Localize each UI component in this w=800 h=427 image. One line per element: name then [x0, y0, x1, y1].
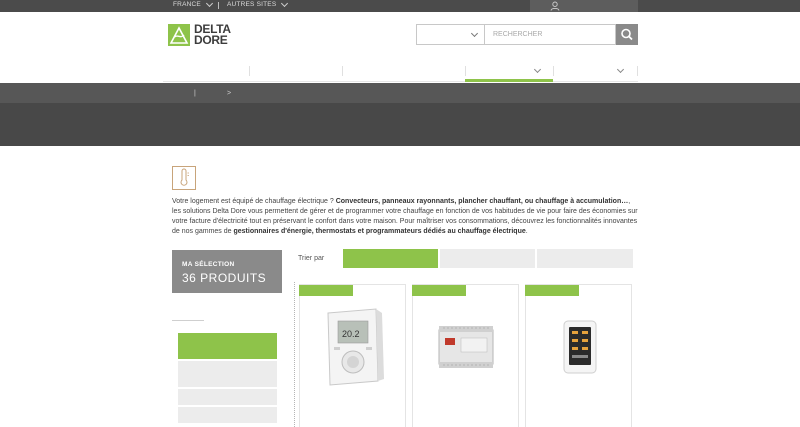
product-badge — [299, 285, 353, 296]
intro-text: Votre logement est équipé de chauffage é… — [172, 197, 638, 237]
results-divider — [294, 282, 295, 427]
country-label: FRANCE — [173, 1, 201, 8]
programmable-thermostat-icon: 20.2 — [326, 308, 384, 386]
intro-part-1: Votre logement est équipé de chauffage é… — [172, 198, 336, 205]
product-card[interactable] — [525, 284, 632, 427]
nav-divider — [637, 66, 638, 76]
search-input[interactable] — [484, 24, 616, 45]
selection-box: MA SÉLECTION 36 PRODUITS — [172, 250, 282, 293]
chevron-down-icon — [470, 29, 479, 38]
din-rail-module-icon — [438, 326, 493, 368]
nav-item-3[interactable] — [343, 62, 465, 82]
other-sites-selector[interactable]: AUTRES SITES — [227, 0, 289, 8]
product-image — [526, 307, 631, 387]
nav-item-2[interactable] — [250, 62, 342, 82]
search-bar — [416, 24, 638, 45]
sort-option[interactable] — [440, 249, 535, 268]
page-banner: | > — [0, 83, 800, 146]
product-image — [413, 307, 518, 387]
product-badge — [525, 285, 579, 296]
product-count: 36 PRODUITS — [182, 271, 267, 285]
sort-option[interactable] — [537, 249, 633, 268]
chevron-down-icon — [281, 0, 289, 7]
logo-text: DELTA DORE — [194, 23, 231, 47]
product-card[interactable]: 20.2 — [299, 284, 406, 427]
delta-dore-logo[interactable]: DELTA DORE — [168, 23, 231, 47]
filter-item[interactable] — [178, 407, 277, 423]
user-icon[interactable] — [550, 1, 560, 11]
filter-item-active[interactable] — [178, 333, 277, 359]
sort-label: Trier par — [298, 255, 325, 262]
product-badge — [412, 285, 466, 296]
filter-item[interactable] — [178, 389, 277, 405]
nav-item-5[interactable] — [554, 62, 638, 82]
wall-controller-icon — [563, 320, 596, 374]
chevron-down-icon — [533, 65, 542, 74]
main-nav — [163, 62, 638, 82]
breadcrumb-strip: | > — [0, 83, 800, 103]
intro-part-3: . — [525, 228, 528, 235]
search-button[interactable] — [616, 24, 638, 45]
nav-active-indicator — [465, 79, 553, 82]
selection-label: MA SÉLECTION — [182, 261, 235, 268]
country-selector[interactable]: FRANCE — [173, 0, 213, 8]
intro-bold-2: gestionnaires d'énergie, thermostats et … — [233, 228, 526, 235]
intro-bold-1: Convecteurs, panneaux rayonnants, planch… — [335, 198, 629, 205]
product-image: 20.2 — [300, 307, 405, 387]
breadcrumb-separator: | — [194, 90, 196, 97]
other-sites-label: AUTRES SITES — [227, 1, 277, 8]
nav-item-1[interactable] — [163, 62, 249, 82]
logo-line-2: DORE — [194, 33, 228, 47]
breadcrumb-arrow: > — [227, 90, 232, 97]
magnifier-icon — [621, 28, 633, 41]
sidebar-divider — [172, 320, 204, 321]
svg-text:20.2: 20.2 — [342, 329, 360, 339]
chevron-down-icon — [616, 65, 625, 74]
search-category-select[interactable] — [416, 24, 484, 45]
thermometer-icon — [172, 166, 196, 190]
logo-mark-icon — [168, 24, 190, 46]
topbar-separator — [218, 2, 219, 9]
account-area[interactable] — [530, 0, 638, 12]
product-card[interactable] — [412, 284, 519, 427]
top-bar: FRANCE AUTRES SITES — [0, 0, 800, 12]
chevron-down-icon — [205, 0, 213, 7]
filter-item[interactable] — [178, 361, 277, 387]
sort-option-active[interactable] — [343, 249, 438, 268]
